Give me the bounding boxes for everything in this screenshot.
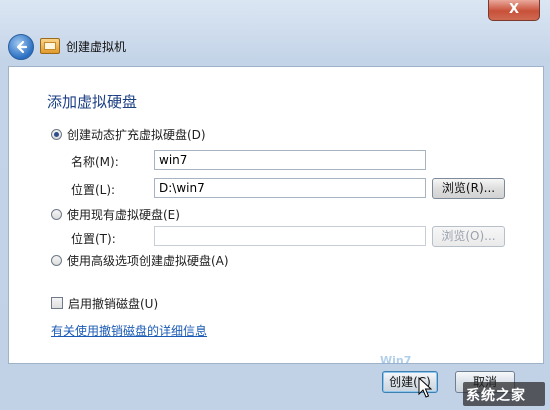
- name-label: 名称(M):: [71, 155, 119, 169]
- watermark-text: 系统之家: [466, 388, 526, 404]
- virtual-machine-icon: [40, 38, 60, 54]
- undo-disks-label[interactable]: 启用撤销磁盘(U): [68, 295, 158, 312]
- mouse-pointer-icon: [418, 377, 432, 398]
- dialog-content: 添加虚拟硬盘 创建动态扩充虚拟硬盘(D) 名称(M): win7 位置(L): …: [8, 66, 544, 364]
- existing-location-label: 位置(T):: [71, 232, 116, 246]
- faint-watermark: Win7: [380, 354, 412, 367]
- radio-use-advanced-label[interactable]: 使用高级选项创建虚拟硬盘(A): [67, 252, 229, 269]
- back-arrow-icon: [16, 40, 28, 54]
- location-input[interactable]: D:\win7: [154, 178, 426, 198]
- page-heading: 添加虚拟硬盘: [47, 93, 138, 111]
- radio-create-dynamic[interactable]: [51, 129, 62, 140]
- radio-use-advanced[interactable]: [51, 255, 62, 266]
- location-label: 位置(L):: [71, 183, 116, 197]
- existing-location-input[interactable]: [154, 226, 426, 246]
- close-button[interactable]: X: [488, 0, 540, 21]
- radio-create-dynamic-label[interactable]: 创建动态扩充虚拟硬盘(D): [67, 126, 206, 143]
- back-button[interactable]: [8, 34, 34, 60]
- radio-use-existing[interactable]: [51, 209, 62, 220]
- existing-browse-button[interactable]: 浏览(O)...: [432, 226, 505, 247]
- radio-use-existing-label[interactable]: 使用现有虚拟硬盘(E): [67, 206, 180, 223]
- name-input[interactable]: win7: [154, 150, 426, 170]
- undo-disks-details-link[interactable]: 有关使用撤销磁盘的详细信息: [51, 322, 207, 339]
- window-title: 创建虚拟机: [66, 40, 127, 54]
- browse-button[interactable]: 浏览(R)...: [432, 178, 505, 199]
- undo-disks-checkbox[interactable]: [51, 297, 63, 309]
